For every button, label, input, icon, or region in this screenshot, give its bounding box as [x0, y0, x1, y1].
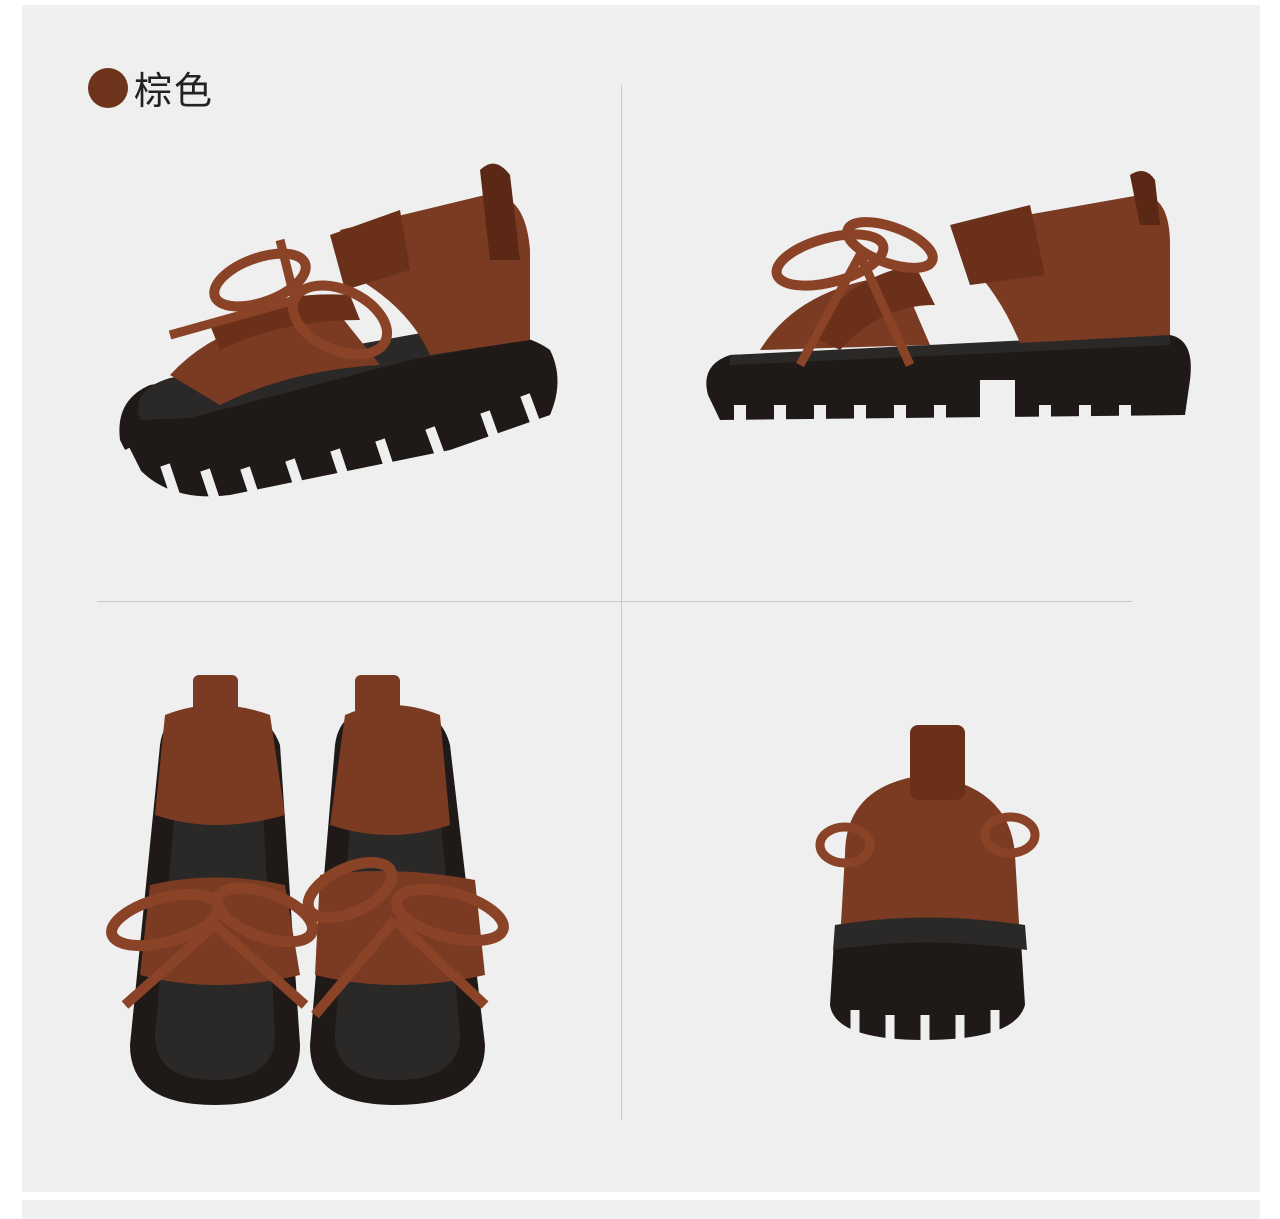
color-swatch [88, 67, 128, 108]
vertical-divider [621, 85, 622, 1120]
sandal-photo-rear [815, 725, 1045, 1045]
color-label: 棕色 [88, 60, 214, 115]
horizontal-divider [97, 601, 1132, 602]
sandal-photo-top-pair [105, 675, 515, 1115]
sandal-photo-front [110, 150, 570, 510]
bottom-strip [22, 1200, 1260, 1219]
sandal-photo-side [700, 165, 1200, 455]
color-name: 棕色 [134, 69, 215, 113]
